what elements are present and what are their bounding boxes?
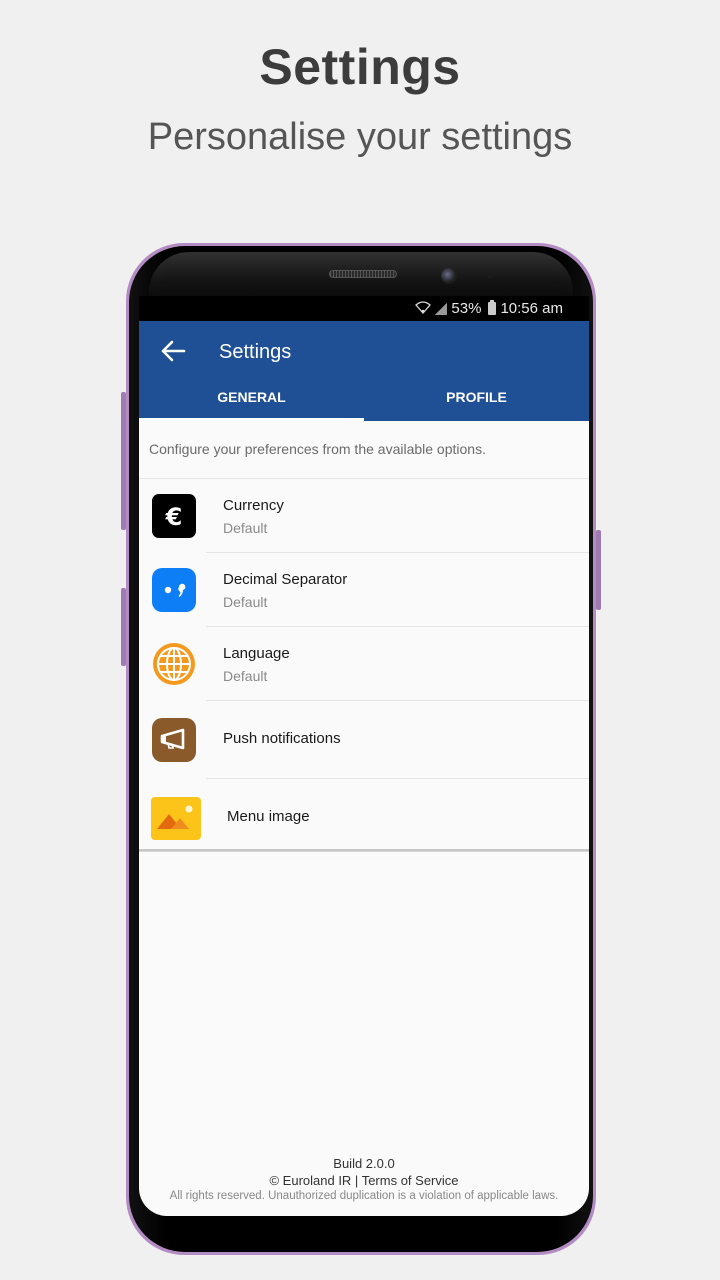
arrow-left-icon [161,340,186,362]
settings-item-title: Push notifications [223,730,341,747]
battery-icon [488,300,497,315]
settings-item-currency[interactable]: € Currency Default [139,479,589,553]
back-button[interactable] [153,333,193,369]
speaker-grille [329,270,397,278]
list-bottom-divider [139,849,589,852]
promo-title: Settings [259,39,461,95]
app-bar-title: Settings [219,341,292,363]
wifi-icon [415,300,432,317]
power-button [596,530,601,610]
bixby-button [121,392,126,530]
megaphone-icon [152,718,196,762]
euro-icon: € [152,494,196,538]
phone-body: 53% 10:56 am Settings GENERAL PROFILE Co… [129,246,593,1252]
tab-bar: GENERAL PROFILE [139,379,589,421]
settings-item-title: Language [223,645,290,662]
settings-description: Configure your preferences from the avai… [139,421,589,479]
promo-subtitle: Personalise your settings [147,116,573,158]
build-version: Build 2.0.0 [333,1156,395,1171]
status-time: 10:56 am [500,300,563,317]
settings-list: € Currency Default Decimal Separator Def… [139,479,589,857]
settings-item-value: Default [223,668,268,684]
settings-item-decimal-separator[interactable]: Decimal Separator Default [139,553,589,627]
image-icon [151,797,201,840]
proximity-sensor [487,273,493,279]
footer: Build 2.0.0 © Euroland IR | Terms of Ser… [139,1156,589,1204]
settings-item-title: Decimal Separator [223,571,348,588]
globe-icon [152,642,196,686]
settings-item-push-notifications[interactable]: Push notifications [139,701,589,779]
settings-item-value: Default [223,594,268,610]
settings-item-language[interactable]: Language Default [139,627,589,701]
settings-item-menu-image[interactable]: Menu image [139,779,589,857]
battery-percent: 53% [451,300,482,317]
tab-profile-label: PROFILE [446,389,507,405]
decimal-separator-icon [152,568,196,612]
tab-general-label: GENERAL [217,389,286,405]
volume-button [121,588,126,666]
front-camera [441,268,457,284]
terms-of-service-link[interactable]: © Euroland IR | Terms of Service [139,1172,589,1189]
settings-item-title: Menu image [227,808,310,825]
settings-item-value: Default [223,520,268,536]
tab-profile[interactable]: PROFILE [364,379,589,421]
settings-item-title: Currency [223,497,284,514]
app-bar: Settings GENERAL PROFILE [139,321,589,421]
cell-signal-icon [435,302,448,315]
phone-screen: 53% 10:56 am Settings GENERAL PROFILE Co… [139,296,589,1216]
svg-text:€: € [165,503,183,530]
tab-general[interactable]: GENERAL [139,379,364,421]
status-bar: 53% 10:56 am [139,296,589,321]
phone-frame: 53% 10:56 am Settings GENERAL PROFILE Co… [126,243,596,1255]
rights-notice: All rights reserved. Unauthorized duplic… [169,1190,559,1202]
